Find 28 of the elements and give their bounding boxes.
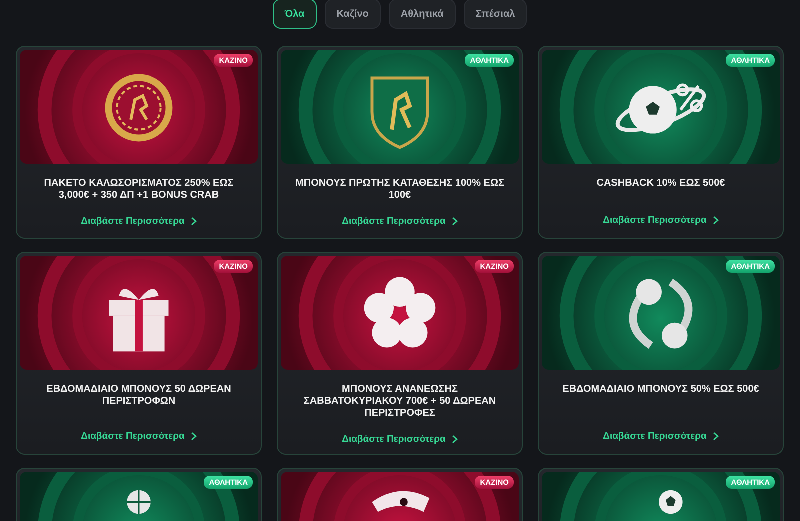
chevron-right-icon — [452, 435, 458, 444]
promo-title: ΜΠΟΝΟΥΣ ΑΝΑΝΕΩΣΗΣ ΣΑΒΒΑΤΟΚΥΡΙΑΚΟΥ 700€ + 50 ΔΩΡΕΑΝ ΠΕΡΙΣΤΡΟΦΕΣ — [302, 383, 498, 420]
chevron-right-icon — [190, 432, 197, 441]
chevron-right-icon — [190, 217, 197, 226]
promo-title: ΕΒΔΟΜΑΔΙΑΙΟ ΜΠΟΝΟΥΣ 50% ΕΩΣ 500€ — [562, 383, 760, 396]
flower-drawing — [364, 277, 436, 348]
chevron-right-icon — [452, 217, 458, 226]
soccer-ball-drawing — [659, 490, 683, 514]
filter-tab[interactable]: Αθλητικά — [388, 0, 456, 29]
chevron-right-icon — [712, 216, 719, 225]
promo-title: ΠΑΚΕΤΟ ΚΑΛΩΣΟΡΙΣΜΑΤΟΣ 250% ΕΩΣ 3,000€ + 350 ΔΠ +1 BONUS CRAB — [43, 177, 235, 202]
read-more-link[interactable]: Διαβάστε Περισσότερα — [81, 216, 185, 227]
gift-box-drawing — [109, 289, 169, 352]
read-more-link[interactable]: Διαβάστε Περισσότερα — [342, 434, 446, 445]
filter-tab[interactable]: Όλα — [272, 0, 317, 29]
read-more-link[interactable]: Διαβάστε Περισσότερα — [342, 216, 446, 227]
tennis-balls-drawing — [629, 279, 693, 349]
basketball-drawing — [126, 490, 152, 515]
read-more-link[interactable]: Διαβάστε Περισσότερα — [603, 431, 707, 442]
chevron-right-icon — [712, 432, 719, 441]
promo-title: ΕΒΔΟΜΑΔΙΑΙΟ ΜΠΟΝΟΥΣ 50 ΔΩΡΕΑΝ ΠΕΡΙΣΤΡΟΦΩΝ — [46, 383, 232, 408]
poker-chip-drawing — [105, 74, 173, 142]
filter-tab[interactable]: Σπέσιαλ — [464, 0, 528, 29]
filter-tab[interactable]: Καζίνο — [324, 0, 381, 29]
read-more-link[interactable]: Διαβάστε Περισσότερα — [603, 215, 707, 226]
promo-title: ΜΠΟΝΟΥΣ ΠΡΩΤΗΣ ΚΑΤΑΘΕΣΗΣ 100% ΕΩΣ 100€ — [294, 177, 506, 202]
promo-title: CASHBACK 10% ΕΩΣ 500€ — [596, 177, 726, 190]
read-more-link[interactable]: Διαβάστε Περισσότερα — [81, 431, 185, 442]
